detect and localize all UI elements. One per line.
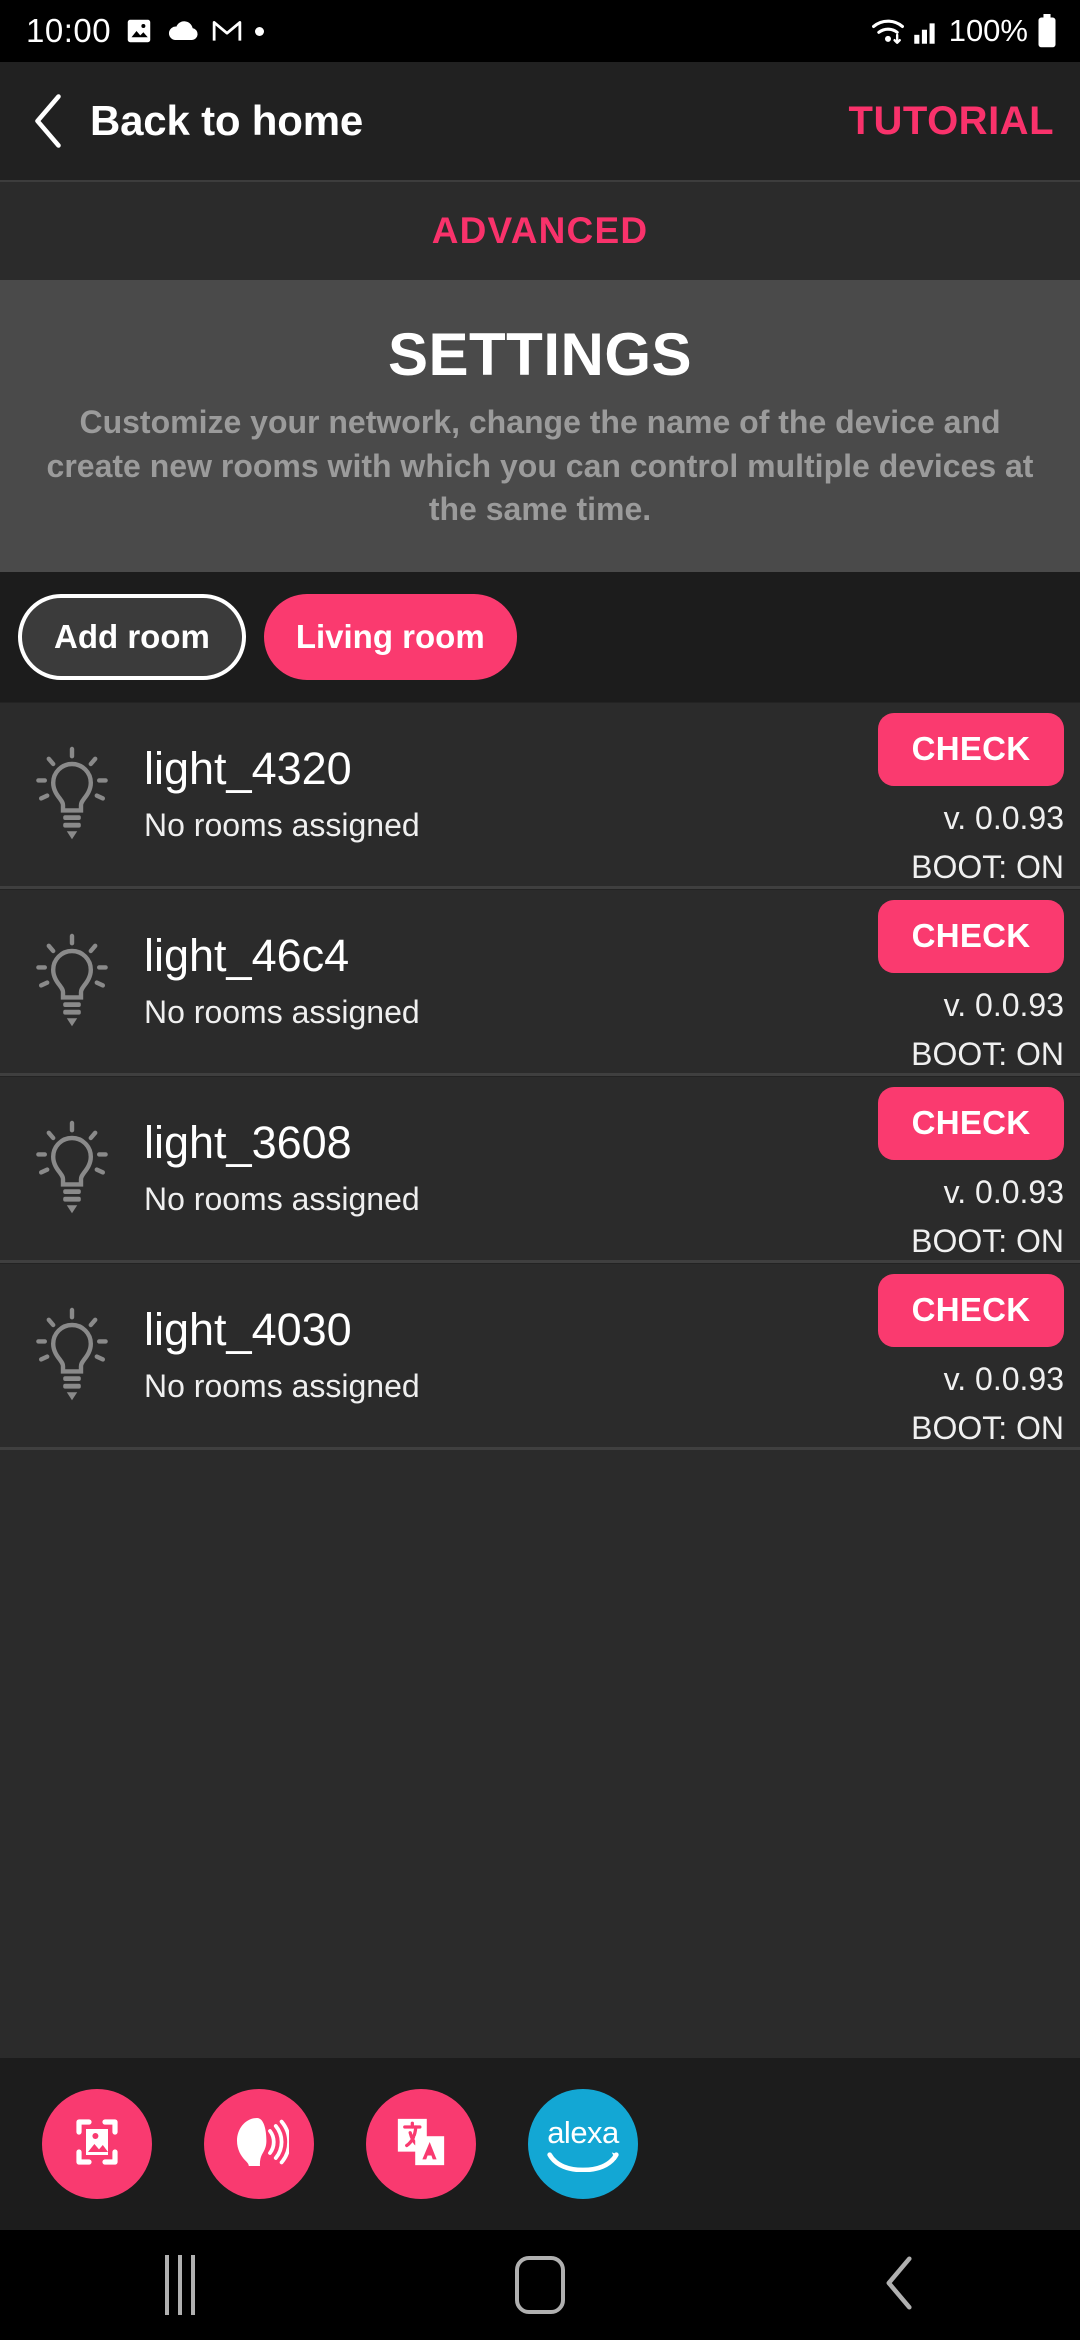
device-actions: CHECK v. 0.0.93 BOOT: ON	[814, 890, 1064, 1073]
advanced-tab[interactable]: ADVANCED	[0, 182, 1080, 282]
check-button[interactable]: CHECK	[878, 1273, 1064, 1347]
gmail-icon	[212, 18, 242, 44]
status-bar-left: 10:00	[26, 12, 265, 50]
voice-command-button[interactable]	[204, 2089, 314, 2199]
chevron-left-icon[interactable]	[28, 93, 68, 149]
device-name: light_4320	[144, 742, 352, 794]
recents-icon	[165, 2255, 195, 2315]
device-name: light_4030	[144, 1303, 352, 1355]
lightbulb-icon	[34, 746, 110, 842]
device-boot-status: BOOT: ON	[911, 848, 1064, 885]
device-room-status: No rooms assigned	[144, 1181, 420, 1218]
check-button[interactable]: CHECK	[878, 1086, 1064, 1160]
device-list: light_4320 No rooms assigned CHECK v. 0.…	[0, 701, 1080, 2058]
gallery-image-button[interactable]	[42, 2089, 152, 2199]
wifi-icon	[871, 16, 905, 46]
table-row[interactable]: light_3608 No rooms assigned CHECK v. 0.…	[0, 1075, 1080, 1263]
gallery-image-icon	[69, 2114, 125, 2175]
voice-speak-icon	[229, 2114, 291, 2175]
image-icon	[124, 16, 154, 46]
device-info: light_3608 No rooms assigned	[144, 1118, 814, 1219]
add-room-label: Add room	[54, 617, 210, 655]
back-to-home-label[interactable]: Back to home	[90, 97, 363, 145]
table-row[interactable]: light_46c4 No rooms assigned CHECK v. 0.…	[0, 888, 1080, 1076]
device-info: light_4030 No rooms assigned	[144, 1305, 814, 1406]
android-navigation-bar	[0, 2230, 1080, 2340]
settings-description: Customize your network, change the name …	[46, 404, 1034, 528]
alexa-icon: alexa	[547, 2117, 619, 2172]
lightbulb-icon	[34, 1120, 110, 1216]
device-boot-status: BOOT: ON	[911, 1035, 1064, 1072]
back-button[interactable]	[840, 2230, 960, 2340]
lightbulb-icon	[34, 1307, 110, 1403]
room-chip-label: Living room	[295, 617, 485, 655]
lightbulb-icon	[34, 933, 110, 1029]
alexa-label: alexa	[547, 2114, 619, 2150]
rooms-chip-row: Add room Living room	[0, 571, 1080, 702]
check-button-label: CHECK	[911, 730, 1031, 768]
back-icon	[883, 2255, 917, 2316]
status-bar-right: 100%	[871, 13, 1058, 49]
device-boot-status: BOOT: ON	[911, 1222, 1064, 1259]
device-info: light_46c4 No rooms assigned	[144, 931, 814, 1032]
device-boot-status: BOOT: ON	[911, 1409, 1064, 1446]
cloud-icon	[167, 19, 199, 43]
translate-button[interactable]	[366, 2089, 476, 2199]
status-bar: 10:00 100%	[0, 0, 1080, 62]
cellular-signal-icon	[913, 18, 941, 44]
battery-full-icon	[1036, 14, 1058, 48]
alexa-button[interactable]: alexa	[528, 2089, 638, 2199]
table-row[interactable]: light_4030 No rooms assigned CHECK v. 0.…	[0, 1262, 1080, 1450]
device-actions: CHECK v. 0.0.93 BOOT: ON	[814, 1264, 1064, 1447]
device-name: light_3608	[144, 1116, 352, 1168]
page-title: SETTINGS	[387, 321, 693, 388]
check-button-label: CHECK	[911, 917, 1031, 955]
home-button[interactable]	[480, 2230, 600, 2340]
device-version: v. 0.0.93	[943, 986, 1064, 1023]
battery-percent-label: 100%	[948, 13, 1028, 48]
device-room-status: No rooms assigned	[144, 1368, 420, 1405]
room-chip-living-room[interactable]: Living room	[263, 593, 517, 680]
settings-card: SETTINGS Customize your network, change …	[0, 282, 1080, 572]
advanced-tab-label: ADVANCED	[431, 210, 649, 251]
check-button-label: CHECK	[911, 1104, 1031, 1142]
status-bar-clock: 10:00	[26, 12, 112, 49]
add-room-button[interactable]: Add room	[18, 593, 246, 680]
app-header: Back to home TUTORIAL	[0, 62, 1080, 182]
device-name: light_46c4	[144, 929, 350, 981]
device-version: v. 0.0.93	[943, 799, 1064, 836]
device-room-status: No rooms assigned	[144, 994, 420, 1031]
action-button-row: alexa	[0, 2058, 1080, 2230]
check-button[interactable]: CHECK	[878, 712, 1064, 786]
table-row[interactable]: light_4320 No rooms assigned CHECK v. 0.…	[0, 701, 1080, 889]
app-screen: 10:00 100% Back to home TUTORIAL ADVANCE…	[0, 0, 1080, 2340]
check-button-label: CHECK	[911, 1291, 1031, 1329]
recents-button[interactable]	[120, 2230, 240, 2340]
device-actions: CHECK v. 0.0.93 BOOT: ON	[814, 703, 1064, 886]
check-button[interactable]: CHECK	[878, 899, 1064, 973]
device-actions: CHECK v. 0.0.93 BOOT: ON	[814, 1077, 1064, 1260]
device-info: light_4320 No rooms assigned	[144, 744, 814, 845]
home-icon	[515, 2256, 565, 2314]
dot-indicator	[255, 26, 265, 36]
device-version: v. 0.0.93	[943, 1360, 1064, 1397]
device-version: v. 0.0.93	[943, 1173, 1064, 1210]
translate-icon	[394, 2115, 448, 2174]
device-room-status: No rooms assigned	[144, 807, 420, 844]
tutorial-button[interactable]: TUTORIAL	[849, 99, 1054, 144]
